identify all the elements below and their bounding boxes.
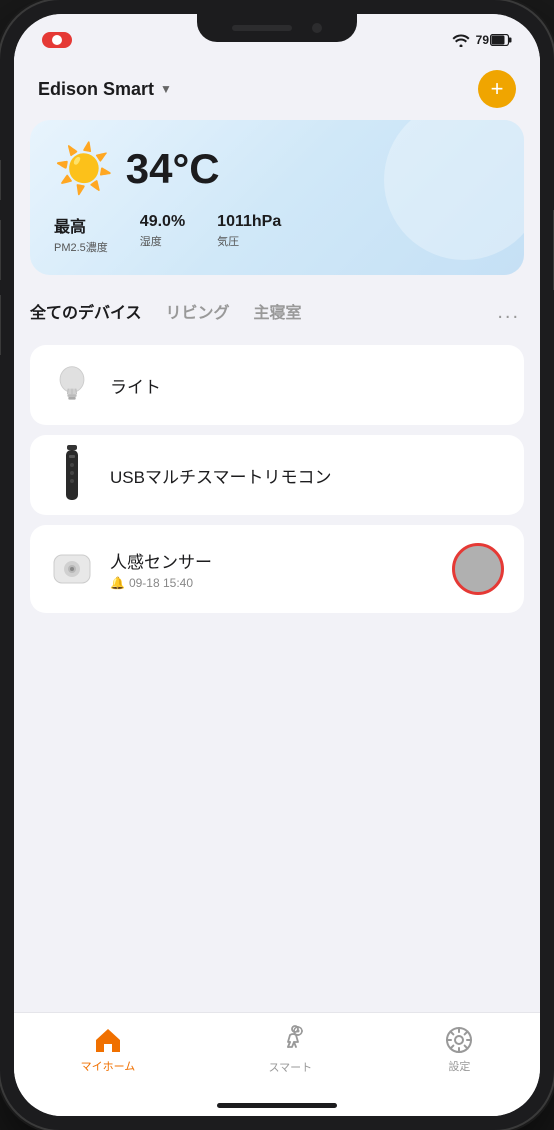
motion-sensor-status-button[interactable] [452, 543, 504, 595]
home-title-text: Edison Smart [38, 79, 154, 100]
pm25-value: 最高 [54, 213, 108, 237]
status-left [42, 32, 72, 48]
light-icon-wrap [50, 363, 94, 407]
sun-icon: ☀️ [54, 140, 114, 197]
speaker [232, 25, 292, 31]
app-content: Edison Smart ▼ + ☀️ 34°C 最高 PM2.5濃度 [14, 58, 540, 1012]
weather-stats: 最高 PM2.5濃度 49.0% 湿度 1011hPa 気圧 [54, 213, 500, 255]
pm25-label: PM2.5濃度 [54, 239, 108, 255]
battery-icon [490, 34, 512, 46]
wifi-icon [452, 33, 470, 47]
humidity-label: 湿度 [140, 233, 185, 249]
usb-remote-device-name: USBマルチスマートリモコン [110, 463, 504, 488]
home-indicator-bar [14, 1099, 540, 1116]
bottom-nav: マイホーム スマート [14, 1012, 540, 1099]
usb-remote-device-info: USBマルチスマートリモコン [110, 463, 504, 488]
tabs-row: 全てのデバイス リビング 主寝室 ... [30, 291, 524, 333]
home-nav-icon [94, 1026, 122, 1054]
pressure-label: 気圧 [217, 233, 281, 249]
smart-nav-icon [276, 1025, 304, 1055]
record-dot [52, 35, 62, 45]
home-indicator [217, 1103, 337, 1108]
app-header: Edison Smart ▼ + [14, 58, 540, 116]
pressure-value: 1011hPa [217, 213, 281, 231]
tab-living[interactable]: リビング [154, 291, 242, 333]
tab-bedroom[interactable]: 主寝室 [242, 291, 314, 333]
status-right: 79 [452, 33, 512, 47]
usb-remote-icon-wrap [50, 453, 94, 497]
bell-icon: 🔔 [110, 576, 125, 590]
device-card-light[interactable]: ライト [30, 345, 524, 425]
humidity-value: 49.0% [140, 213, 185, 231]
home-title[interactable]: Edison Smart ▼ [38, 79, 172, 100]
temperature: 34°C [126, 145, 220, 193]
tabs-section: 全てのデバイス リビング 主寝室 ... [14, 291, 540, 345]
home-nav-label: マイホーム [81, 1058, 136, 1074]
content-spacer [14, 621, 540, 1012]
nav-item-home[interactable]: マイホーム [61, 1022, 156, 1078]
phone-screen: 79 Edison Smart ▼ + [14, 14, 540, 1116]
add-button[interactable]: + [478, 70, 516, 108]
pressure-stat: 1011hPa 気圧 [217, 213, 281, 255]
pm25-stat: 最高 PM2.5濃度 [54, 213, 108, 255]
weather-card: ☀️ 34°C 最高 PM2.5濃度 49.0% 湿度 1011hPa 気圧 [30, 120, 524, 275]
humidity-stat: 49.0% 湿度 [140, 213, 185, 255]
motion-sensor-timestamp: 09-18 15:40 [129, 576, 193, 590]
motion-sensor-device-name: 人感センサー [110, 548, 436, 573]
light-device-name: ライト [110, 373, 504, 398]
front-camera [312, 23, 322, 33]
motion-sensor-device-info: 人感センサー 🔔 09-18 15:40 [110, 548, 436, 590]
battery-indicator: 79 [476, 33, 512, 47]
phone-frame: 79 Edison Smart ▼ + [0, 0, 554, 1130]
motion-sensor-sub: 🔔 09-18 15:40 [110, 576, 436, 590]
device-list: ライト [14, 345, 540, 621]
notch [197, 14, 357, 42]
record-indicator [42, 32, 72, 48]
motion-sensor-icon [50, 547, 94, 591]
light-bulb-icon [54, 363, 90, 407]
nav-item-settings[interactable]: 設定 [425, 1022, 493, 1078]
tab-all-devices[interactable]: 全てのデバイス [30, 291, 154, 333]
dropdown-arrow-icon: ▼ [160, 82, 172, 96]
smart-nav-label: スマート [269, 1059, 313, 1075]
nav-item-smart[interactable]: スマート [249, 1021, 333, 1079]
device-card-usb-remote[interactable]: USBマルチスマートリモコン [30, 435, 524, 515]
settings-nav-icon [445, 1026, 473, 1054]
light-device-info: ライト [110, 373, 504, 398]
usb-remote-icon [61, 445, 83, 505]
tabs-more-icon[interactable]: ... [493, 293, 524, 332]
device-card-motion-sensor[interactable]: 人感センサー 🔔 09-18 15:40 [30, 525, 524, 613]
weather-main: ☀️ 34°C [54, 140, 500, 197]
settings-nav-label: 設定 [448, 1058, 470, 1074]
motion-sensor-icon-wrap [50, 547, 94, 591]
